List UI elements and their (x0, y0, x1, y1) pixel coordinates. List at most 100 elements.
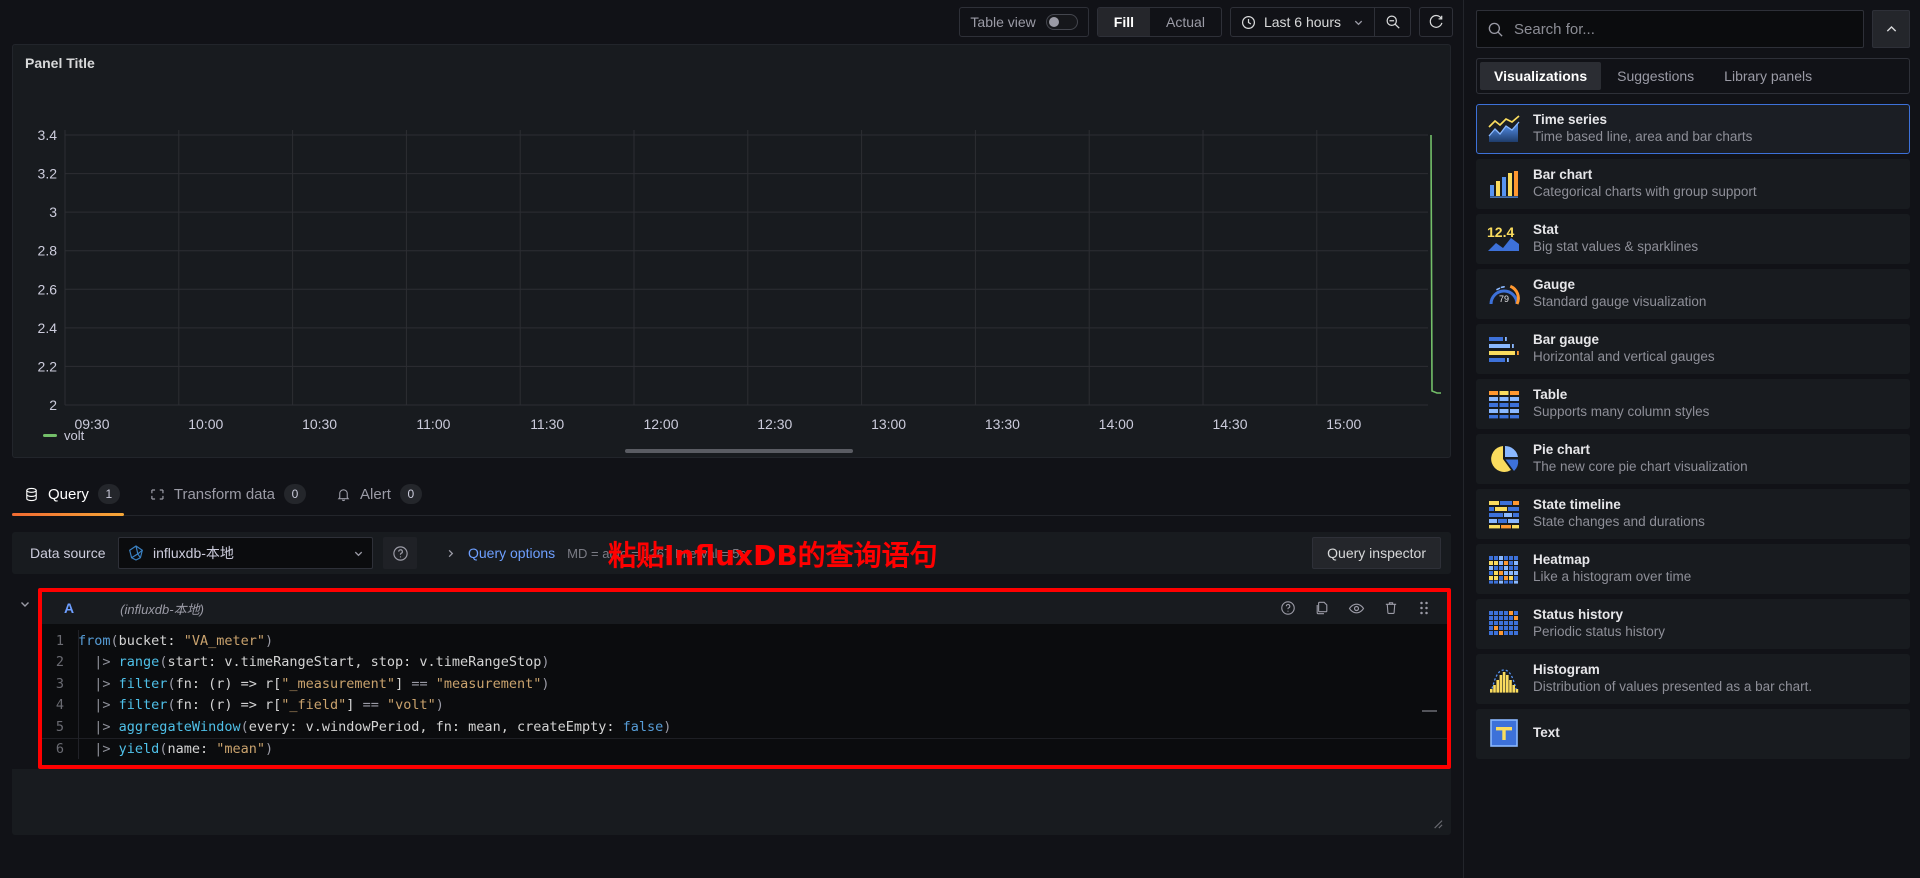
refresh-button[interactable] (1419, 7, 1453, 37)
bar-chart-icon (1487, 167, 1521, 201)
tab-query-badge: 1 (97, 484, 120, 504)
time-range-button[interactable]: Last 6 hours (1231, 8, 1374, 36)
legend-label-volt: volt (64, 428, 85, 443)
viz-item-name: Histogram (1533, 662, 1600, 678)
query-ref-id[interactable]: A (50, 600, 74, 616)
viz-item-text: Stat Big stat values & sparklines (1533, 222, 1699, 255)
chevron-down-icon (1353, 17, 1364, 28)
viz-item-name: State timeline (1533, 497, 1621, 513)
viz-item-name: Table (1533, 387, 1568, 403)
visualization-preview-wrap: Panel Title 3.4 3.2 3 2.8 2.6 2.4 2.2 2 … (0, 44, 1463, 458)
viz-item-desc: Big stat values & sparklines (1533, 239, 1699, 254)
viz-item-name: Status history (1533, 607, 1624, 623)
query-collapse-toggle[interactable] (12, 588, 38, 610)
viz-item-stat[interactable]: 12.4 Stat Big stat values & sparklines (1476, 214, 1910, 264)
viz-item-table[interactable]: Table Supports many column styles (1476, 379, 1910, 429)
line-number: 6 (55, 740, 64, 757)
visualization-preview[interactable]: Panel Title 3.4 3.2 3 2.8 2.6 2.4 2.2 2 … (12, 44, 1451, 458)
actual-button[interactable]: Actual (1150, 8, 1221, 36)
query-datasource-note: (influxdb-本地) (120, 601, 204, 617)
resize-handle-icon[interactable] (1430, 816, 1443, 829)
table-icon (1487, 387, 1521, 421)
datasource-picker[interactable]: influxdb-本地 (118, 537, 373, 569)
tab-alert-label: Alert (360, 485, 391, 503)
viz-item-name: Heatmap (1533, 552, 1591, 568)
search-input[interactable] (1514, 20, 1853, 38)
viz-item-histogram[interactable]: Histogram Distribution of values present… (1476, 654, 1910, 704)
code-line[interactable]: 5 |> aggregateWindow(every: v.windowPeri… (42, 716, 1447, 738)
viz-item-pie-chart[interactable]: Pie chart The new core pie chart visuali… (1476, 434, 1910, 484)
code-line[interactable]: 2 |> range(start: v.timeRangeStart, stop… (42, 652, 1447, 674)
datasource-value: influxdb-本地 (153, 545, 234, 561)
query-options-label[interactable]: Query options (468, 545, 555, 561)
picker-tabs: Visualizations Suggestions Library panel… (1476, 58, 1910, 94)
code-line-text: |> yield(name: "mean") (94, 740, 274, 757)
viz-item-text: Status history Periodic status history (1533, 607, 1666, 640)
chevron-down-icon (353, 548, 364, 559)
tab-suggestions[interactable]: Suggestions (1603, 62, 1708, 90)
viz-item-name: Text (1533, 724, 1560, 740)
viz-item-state-timeline[interactable]: State timeline State changes and duratio… (1476, 489, 1910, 539)
viz-item-gauge[interactable]: 79 Gauge Standard gauge visualization (1476, 269, 1910, 319)
datasource-help-button[interactable] (383, 537, 417, 569)
copy-icon[interactable] (1314, 600, 1330, 616)
panel-horizontal-scrollbar[interactable] (625, 449, 853, 453)
tab-alert[interactable]: Alert 0 (324, 484, 440, 515)
code-line[interactable]: 3 |> filter(fn: (r) => r["_measurement"]… (42, 673, 1447, 695)
search-box[interactable] (1476, 10, 1864, 48)
editor-tabs: Query 1 Transform data 0 Alert 0 (12, 472, 1451, 516)
tab-transform-label: Transform data (173, 485, 276, 503)
fill-actual-segment[interactable]: Fill Actual (1096, 7, 1222, 37)
table-view-switch[interactable] (1045, 14, 1078, 30)
viz-item-text: Heatmap Like a histogram over time (1533, 552, 1691, 585)
code-line[interactable]: 6 |> yield(name: "mean") (42, 737, 1447, 760)
time-series-plot[interactable]: 3.4 3.2 3 2.8 2.6 2.4 2.2 2 09:30 10:00 … (13, 75, 1450, 457)
editor-toolbar: Table view Fill Actual Last 6 hours (0, 0, 1463, 44)
plot-legend[interactable]: volt (43, 428, 84, 443)
viz-item-heatmap[interactable]: Heatmap Like a histogram over time (1476, 544, 1910, 594)
svg-text:2.6: 2.6 (38, 281, 58, 297)
fill-button[interactable]: Fill (1097, 8, 1151, 36)
viz-item-time-series[interactable]: Time series Time based line, area and ba… (1476, 104, 1910, 154)
help-circle-icon[interactable] (1280, 600, 1296, 616)
drag-handle-icon[interactable] (1417, 600, 1431, 616)
line-number: 2 (55, 654, 64, 671)
viz-item-desc: Periodic status history (1533, 624, 1666, 639)
viz-item-text: Gauge Standard gauge visualization (1533, 277, 1707, 310)
code-line[interactable]: 1 from(bucket: "VA_meter") (42, 630, 1447, 652)
query-inspector-button[interactable]: Query inspector (1312, 537, 1441, 569)
viz-item-desc: Standard gauge visualization (1533, 294, 1707, 309)
viz-item-desc: Time based line, area and bar charts (1533, 129, 1753, 144)
tab-query[interactable]: Query 1 (12, 484, 138, 516)
viz-item-text-panel[interactable]: Text (1476, 709, 1910, 759)
bar-gauge-icon (1487, 332, 1521, 366)
refresh-icon (1428, 14, 1444, 30)
query-a-header[interactable]: A (influxdb-本地) (42, 592, 1447, 624)
code-line-text: |> aggregateWindow(every: v.windowPeriod… (94, 718, 672, 735)
plot-svg: 3.4 3.2 3 2.8 2.6 2.4 2.2 2 09:30 10:00 … (38, 127, 1441, 432)
code-line[interactable]: 4 |> filter(fn: (r) => r["_field"] == "v… (42, 695, 1447, 717)
time-range-picker[interactable]: Last 6 hours (1229, 7, 1411, 37)
tab-library-panels[interactable]: Library panels (1710, 62, 1826, 90)
code-line-text: from(bucket: "VA_meter") (78, 632, 274, 649)
chevron-right-icon (445, 548, 456, 559)
search-row (1476, 10, 1910, 48)
viz-item-desc: State changes and durations (1533, 514, 1705, 529)
viz-item-bar-chart[interactable]: Bar chart Categorical charts with group … (1476, 159, 1910, 209)
query-options[interactable]: Query options MD = auto = 1267 Interval … (445, 545, 746, 561)
tab-transform-data[interactable]: Transform data 0 (138, 484, 324, 515)
viz-item-bar-gauge[interactable]: Bar gauge Horizontal and vertical gauges (1476, 324, 1910, 374)
viz-item-text: Time series Time based line, area and ba… (1533, 112, 1753, 145)
trash-icon[interactable] (1383, 600, 1399, 616)
viz-item-status-history[interactable]: Status history Periodic status history (1476, 599, 1910, 649)
code-collapse-hint[interactable]: — (1422, 702, 1437, 719)
tab-visualizations[interactable]: Visualizations (1480, 62, 1602, 90)
time-series-icon (1487, 112, 1521, 146)
eye-icon[interactable] (1348, 600, 1365, 617)
page-title: Panel Title (25, 55, 95, 71)
table-view-toggle-group[interactable]: Table view (959, 7, 1089, 37)
zoom-out-button[interactable] (1374, 8, 1410, 36)
collapse-pane-button[interactable] (1872, 10, 1910, 48)
flux-code-editor[interactable]: 1 from(bucket: "VA_meter") 2 |> range(st… (42, 624, 1447, 765)
visualization-list[interactable]: Time series Time based line, area and ba… (1476, 104, 1910, 878)
